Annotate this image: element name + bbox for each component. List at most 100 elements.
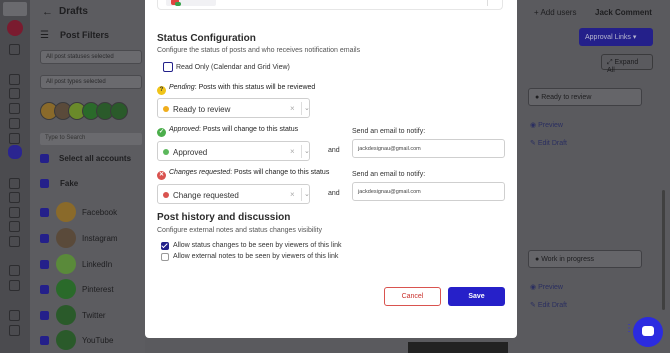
select-all-checkbox[interactable] [40,154,49,163]
list-item[interactable]: Facebook [40,202,144,224]
approved-status-select[interactable]: Approved × ⌄ [157,141,310,161]
list-item[interactable]: LinkedIn [40,254,144,276]
clear-icon[interactable]: × [290,147,295,156]
add-users-link[interactable]: + Add users [534,8,576,17]
pending-label-rest: : Posts with this status will be reviewe… [194,84,316,91]
divider [487,0,488,6]
changes-notify-email-input[interactable]: jackdesignau@gmail.com [352,182,505,201]
question-icon: ? [157,86,166,95]
chat-icon[interactable] [9,133,20,144]
account-checkbox[interactable] [40,336,49,345]
calendar-icon[interactable] [9,103,20,114]
home-icon[interactable] [9,44,20,55]
feed-icon[interactable] [9,88,20,99]
save-button[interactable]: Save [448,287,505,306]
preview-label: Preview [538,284,563,291]
menu-icon[interactable]: ☰ [40,30,49,41]
account-name: Pinterest [82,285,114,294]
preview-link[interactable]: ◉ Preview [530,121,563,129]
media-icon[interactable] [9,178,20,189]
compose-icon[interactable] [9,74,20,85]
pending-status-select[interactable]: Ready to review × ⌄ [157,98,310,118]
chevron-down-icon[interactable]: ⌄ [304,190,310,198]
group-checkbox[interactable] [40,179,49,188]
pending-status-label: ? Pending: Posts with this status will be… [157,84,315,95]
and-label: and [328,147,340,154]
preview-label: Preview [538,122,563,129]
account-name: YouTube [82,336,114,345]
page-title: Drafts [59,6,88,17]
edit-draft-link[interactable]: ✎ Edit Draft [530,301,567,309]
list-item[interactable]: Instagram [40,228,144,250]
read-only-checkbox[interactable] [163,62,173,72]
cancel-button[interactable]: Cancel [384,287,441,306]
approved-status-label: ✓ Approved: Posts will change to this sta… [157,126,298,137]
pending-label-em: Pending [169,84,195,91]
mail-icon[interactable] [9,265,20,276]
approved-status-value: Approved [173,148,208,157]
approval-links-button[interactable]: Approval Links ▾ [579,28,653,46]
clear-icon[interactable]: × [290,190,295,199]
and-label: and [328,190,340,197]
approved-label-em: Approved [169,126,199,133]
check-icon[interactable] [9,221,20,232]
allow-external-notes-checkbox[interactable] [161,253,169,261]
changes-label-rest: : Posts will change to this status [230,169,330,176]
app-rail [0,0,30,353]
post-type-select[interactable]: All post types selected [40,75,142,89]
list-item[interactable]: YouTube [40,330,144,352]
post-status-select[interactable]: All post statuses selected [40,50,142,64]
chevron-down-icon[interactable]: ⌄ [304,147,310,155]
post-history-heading: Post history and discussion [157,212,291,223]
post-filters-heading: Post Filters [60,30,110,40]
approved-label-rest: : Posts will change to this status [198,126,299,133]
user-menu[interactable]: Jack Comment [595,8,652,17]
chain-icon[interactable] [9,280,20,291]
allow-status-changes-checkbox[interactable] [161,242,169,250]
copy-icon[interactable] [9,325,20,336]
scrollbar[interactable] [662,190,665,310]
expand-all-button[interactable]: ⤢ Expand All [601,54,653,74]
preview-link[interactable]: ◉ Preview [530,283,563,291]
approval-link-settings-modal: Status Configuration Configure the statu… [145,0,517,338]
link-icon[interactable] [9,192,20,203]
divider [301,102,302,115]
drafts-icon[interactable] [8,145,22,159]
post-status-dropdown[interactable]: ● Ready to review [528,88,642,106]
account-checkbox[interactable] [40,260,49,269]
chevron-down-icon[interactable]: ⌄ [304,104,310,112]
list-item[interactable]: Twitter [40,305,144,327]
avatar [56,254,76,274]
allow-external-notes-label: Allow external notes to be seen by viewe… [173,253,339,260]
account-checkbox[interactable] [40,234,49,243]
select-all-label: Select all accounts [59,154,132,163]
account-checkbox[interactable] [40,311,49,320]
app-logo [3,2,27,16]
account-search-input[interactable]: Type to Search [40,133,142,145]
list-item[interactable]: Pinterest [40,279,144,301]
changes-requested-status-label: ✕ Changes requested: Posts will change to… [157,169,329,180]
inbox-icon[interactable] [9,207,20,218]
status-configuration-heading: Status Configuration [157,33,256,44]
account-checkbox[interactable] [40,208,49,217]
account-name: Facebook [82,208,118,217]
changes-label-em: Changes requested [169,169,231,176]
user-avatar[interactable] [7,20,23,36]
back-arrow-icon[interactable]: ← [42,6,53,18]
edit-draft-link[interactable]: ✎ Edit Draft [530,139,567,147]
account-avatars-row[interactable] [40,102,144,120]
chat-support-button[interactable] [633,317,663,347]
approved-notify-email-input[interactable]: jackdesignau@gmail.com [352,139,505,158]
grid-icon[interactable] [9,118,20,129]
avatar [56,228,76,248]
settings-icon[interactable] [9,310,20,321]
clear-icon[interactable]: × [290,104,295,113]
x-circle-icon: ✕ [157,171,166,180]
group-label: Fake [60,179,79,188]
account-checkbox[interactable] [40,285,49,294]
divider [301,145,302,158]
post-status-dropdown[interactable]: ● Work in progress [528,250,642,268]
library-icon[interactable] [9,236,20,247]
avatar[interactable] [110,102,128,120]
changes-requested-status-select[interactable]: Change requested × ⌄ [157,184,310,204]
